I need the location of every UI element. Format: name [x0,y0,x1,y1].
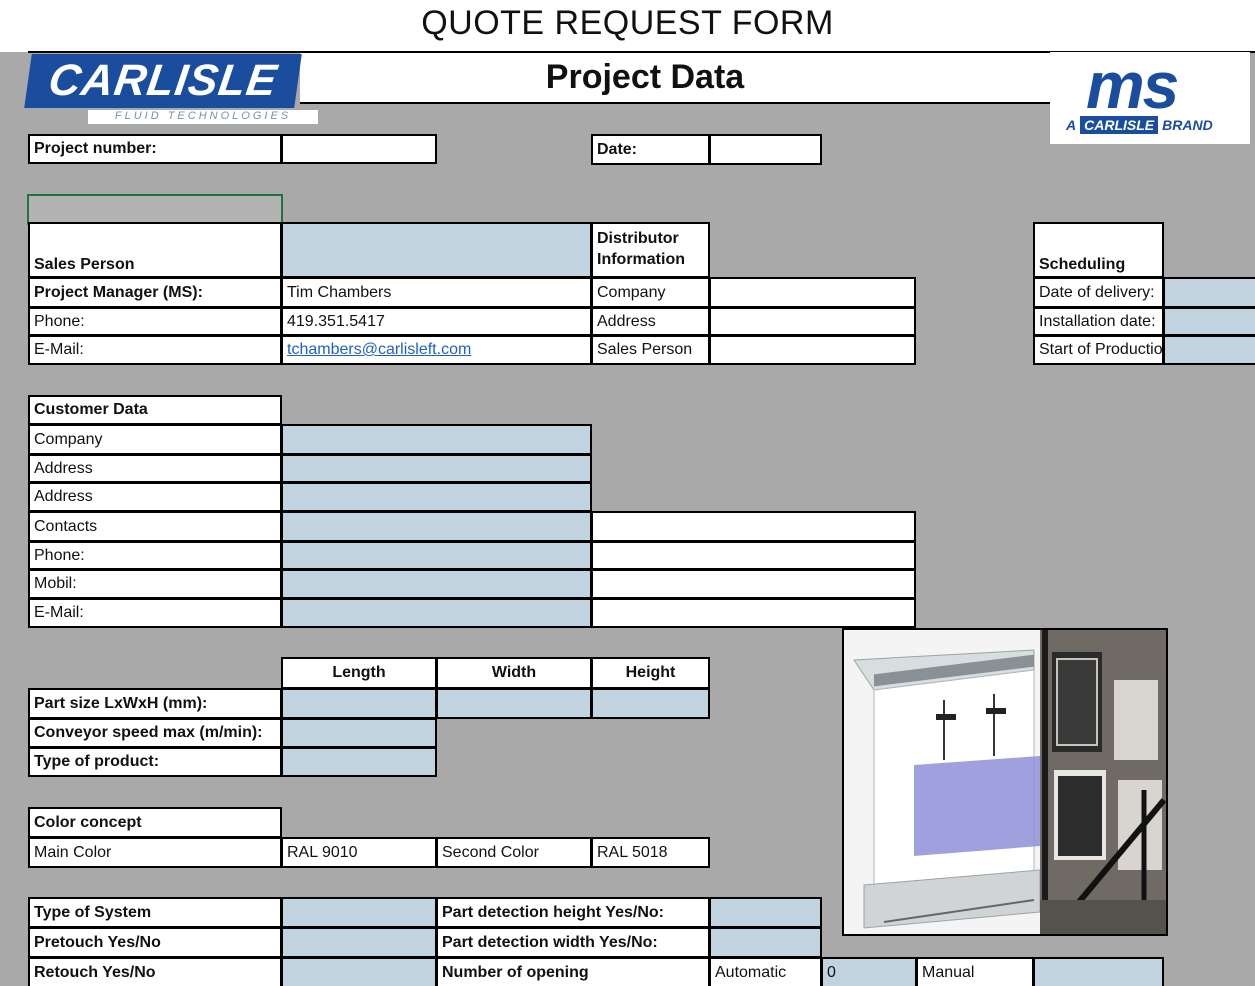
ms-logo-wordmark: ms [1086,48,1179,122]
part-detection-height-field[interactable] [709,897,822,928]
opening-count-label: Number of opening [436,957,710,986]
phone-value: 419.351.5417 [281,307,592,336]
customer-mobile-field-2[interactable] [591,569,916,599]
height-column-header: Height [591,657,710,689]
header-bottom-rule [300,102,1050,104]
project-number-label: Project number: [28,134,282,164]
part-detection-width-field[interactable] [709,927,822,958]
automatic-value[interactable]: 0 [821,957,917,986]
main-color-value[interactable]: RAL 9010 [281,837,437,868]
distributor-address-field[interactable] [709,307,916,336]
product-type-label: Type of product: [28,747,282,777]
customer-company-field[interactable] [281,424,592,455]
automatic-label: Automatic [709,957,822,986]
conveyor-speed-label: Conveyor speed max (m/min): [28,718,282,748]
manual-value[interactable] [1033,957,1164,986]
customer-data-header: Customer Data [28,395,282,425]
retouch-label: Retouch Yes/No [28,957,282,986]
width-column-header: Width [436,657,592,689]
distributor-company-field[interactable] [709,277,916,308]
customer-phone-label: Phone: [28,541,282,570]
part-detection-width-label: Part detection width Yes/No: [436,927,710,958]
installation-date-label: Installation date: [1033,307,1164,336]
length-column-header: Length [281,657,437,689]
customer-email-field[interactable] [281,598,592,628]
customer-address-field[interactable] [281,454,592,483]
retouch-field[interactable] [281,957,437,986]
distributor-header: Distributor Information [591,222,710,278]
document-title: QUOTE REQUEST FORM [421,4,834,42]
pretouch-field[interactable] [281,927,437,958]
part-height-field[interactable] [591,688,710,719]
email-value[interactable]: tchambers@carlisleft.com [281,335,592,365]
second-color-label: Second Color [436,837,592,868]
customer-contacts-field[interactable] [281,511,592,542]
project-number-field[interactable] [281,134,437,164]
delivery-date-field[interactable] [1163,277,1255,308]
customer-phone-field[interactable] [281,541,592,570]
customer-contacts-label: Contacts [28,511,282,542]
distributor-address-label: Address [591,307,710,336]
conveyor-speed-field[interactable] [281,718,437,748]
part-detection-height-label: Part detection height Yes/No: [436,897,710,928]
carlisle-logo-wordmark: CARLISLE [24,54,302,108]
date-label: Date: [591,134,710,165]
selected-cell[interactable] [27,194,283,225]
project-manager-value: Tim Chambers [281,277,592,308]
ms-logo-subline: A CARLISLE BRAND [1066,116,1213,134]
sales-person-field[interactable] [281,222,592,278]
customer-email-field-2[interactable] [591,598,916,628]
ms-logo: ms A CARLISLE BRAND [1050,52,1250,144]
carlisle-logo: CARLISLE FLUID TECHNOLOGIES [24,54,318,124]
system-type-label: Type of System [28,897,282,928]
customer-mobile-label: Mobil: [28,569,282,599]
project-manager-label: Project Manager (MS): [28,277,282,308]
manual-label: Manual [916,957,1034,986]
distributor-sales-person-field[interactable] [709,335,916,365]
booth-photo [842,628,1168,936]
distributor-header-line1: Distributor [597,230,679,248]
booth-illustration [844,630,1166,934]
customer-address2-field[interactable] [281,482,592,512]
installation-date-field[interactable] [1163,307,1255,336]
part-size-label: Part size LxWxH (mm): [28,688,282,719]
customer-phone-field-2[interactable] [591,541,916,570]
email-label: E-Mail: [28,335,282,365]
customer-address2-label: Address [28,482,282,512]
ms-logo-prefix: A [1066,117,1077,133]
customer-mobile-field[interactable] [281,569,592,599]
customer-address-label: Address [28,454,282,483]
main-color-label: Main Color [28,837,282,868]
distributor-header-line2: Information [597,251,685,268]
second-color-value[interactable]: RAL 5018 [591,837,710,868]
customer-company-label: Company [28,424,282,455]
carlisle-logo-tagline: FLUID TECHNOLOGIES [88,110,318,124]
sales-person-label: Sales Person [28,222,282,278]
production-start-field[interactable] [1163,335,1255,365]
ms-logo-badge: CARLISLE [1080,116,1159,134]
part-length-field[interactable] [281,688,437,719]
ms-logo-suffix: BRAND [1162,117,1213,133]
production-start-label: Start of Production [1033,335,1164,365]
customer-contacts-field-2[interactable] [591,511,916,542]
email-link[interactable]: tchambers@carlisleft.com [287,342,471,358]
phone-label: Phone: [28,307,282,336]
product-type-field[interactable] [281,747,437,777]
color-concept-header: Color concept [28,807,282,838]
distributor-company-label: Company [591,277,710,308]
pretouch-label: Pretouch Yes/No [28,927,282,958]
part-width-field[interactable] [436,688,592,719]
system-type-field[interactable] [281,897,437,928]
scheduling-header: Scheduling [1033,222,1164,278]
distributor-sales-person-label: Sales Person [591,335,710,365]
date-field[interactable] [709,134,822,165]
customer-email-label: E-Mail: [28,598,282,628]
delivery-date-label: Date of delivery: [1033,277,1164,308]
